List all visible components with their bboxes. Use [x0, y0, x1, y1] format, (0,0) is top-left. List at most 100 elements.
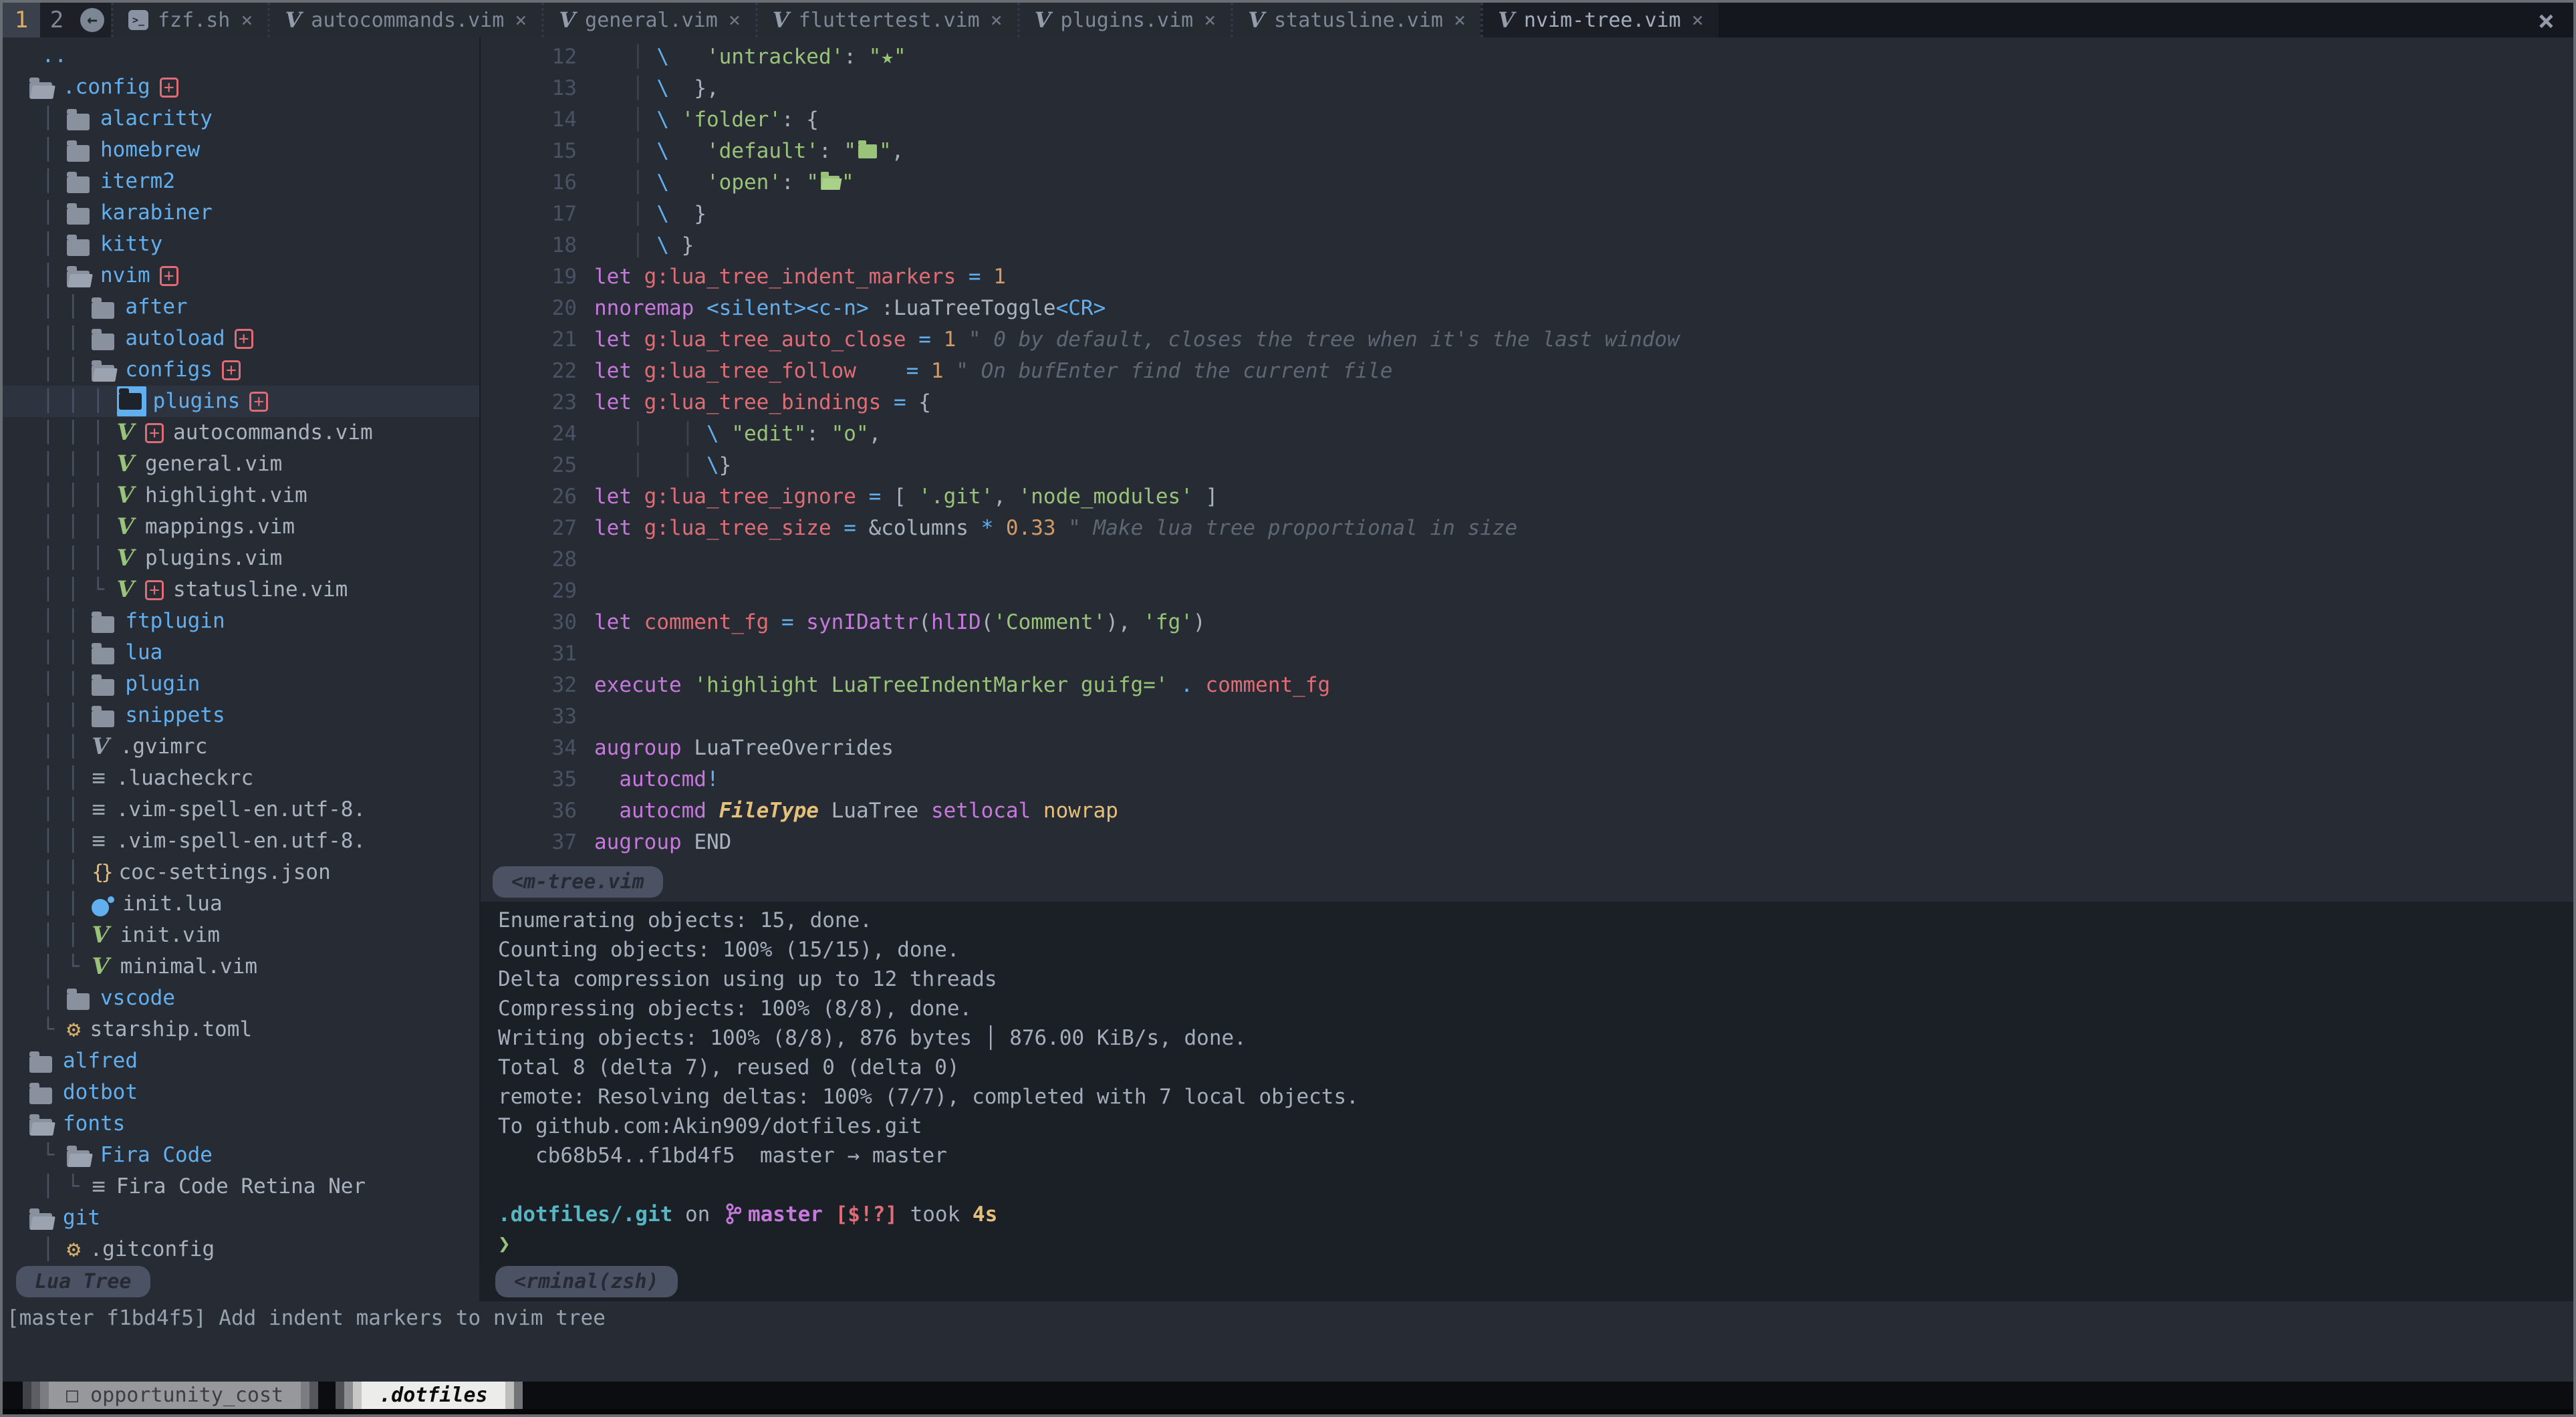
token: " Make lua tree proportional in size [1068, 516, 1517, 540]
tree-row[interactable]: │ │ Vinit.vim [3, 920, 479, 951]
tree-row[interactable]: │ │ ≡.luacheckrc [3, 763, 479, 794]
tree-row[interactable]: │ │ │ Vplugins.vim [3, 543, 479, 574]
tree-row[interactable]: .config+ [3, 72, 479, 103]
tree-row[interactable]: │ │ │ Vmappings.vim [3, 511, 479, 543]
tab-plugins.vim[interactable]: Vplugins.vim× [1017, 3, 1231, 37]
tab-statusline.vim[interactable]: Vstatusline.vim× [1231, 3, 1480, 37]
tab-label: autocommands.vim [311, 9, 504, 32]
tab-autocommands.vim[interactable]: Vautocommands.vim× [267, 3, 541, 37]
code-text: let g:lua_tree_ignore = [ '.git', 'node_… [594, 481, 1218, 513]
code-editor[interactable]: 12 │ \ 'untracked': "★"13 │ \ },14 │ \ '… [481, 37, 2573, 902]
tree-row[interactable]: │ kitty [3, 229, 479, 260]
tree-row[interactable]: │ └ ≡Fira Code Retina Ner [3, 1171, 479, 1202]
tree-row[interactable]: │ │ plugin [3, 668, 479, 700]
tree-row[interactable]: │ │ ≡.vim-spell-en.utf-8. [3, 794, 479, 825]
tab-general.vim[interactable]: Vgeneral.vim× [541, 3, 755, 37]
terminal-split[interactable]: Enumerating objects: 15, done.Counting o… [481, 902, 2573, 1261]
terminal-cursor-line: ❯ [498, 1229, 2573, 1259]
vim-file-icon: V [117, 448, 134, 480]
tree-row[interactable]: │ homebrew [3, 134, 479, 166]
tab-close-icon[interactable]: × [729, 9, 741, 32]
nvim-window: 1 2 ← >_fzf.sh×Vautocommands.vim×Vgenera… [0, 0, 2576, 1417]
tree-row[interactable]: │ │ V.gvimrc [3, 731, 479, 763]
tree-row[interactable]: │ │ │ Vhighlight.vim [3, 480, 479, 511]
tree-row[interactable]: │ │ after [3, 291, 479, 323]
tree-row[interactable]: │ ⚙.gitconfig [3, 1234, 479, 1261]
token: END [694, 830, 731, 854]
tree-row[interactable]: fonts [3, 1108, 479, 1140]
tree-row[interactable]: │ │ │ V+autocommands.vim [3, 417, 479, 448]
tab-close-icon[interactable]: × [1692, 9, 1704, 32]
code-text: nnoremap <silent><c-n> :LuaTreeToggle<CR… [594, 293, 1106, 324]
token: g:lua_tree_size [644, 516, 844, 540]
cmdline-filler [3, 1335, 2573, 1382]
tree-row[interactable]: │ │ configs+ [3, 354, 479, 386]
tmux-window-opportunity_cost[interactable]: □ opportunity_cost [23, 1382, 318, 1409]
tree-row[interactable]: git [3, 1202, 479, 1234]
tree-row[interactable]: dotbot [3, 1077, 479, 1108]
tree-row[interactable]: │ │ lua [3, 637, 479, 668]
tree-row[interactable]: │ │ ≡.vim-spell-en.utf-8. [3, 825, 479, 857]
tab-close-icon[interactable]: × [1454, 9, 1466, 32]
tab-nvim-tree.vim[interactable]: Vnvim-tree.vim× [1480, 3, 1718, 37]
token: 'untracked' [706, 45, 844, 69]
tree-row[interactable]: │ │ init.lua [3, 888, 479, 920]
tree-row[interactable]: └ ⚙starship.toml [3, 1014, 479, 1045]
file-tree-sidebar[interactable]: ...config+ │ alacritty │ homebrew │ iter… [3, 37, 479, 1261]
token [669, 139, 706, 163]
tree-row[interactable]: │ │ snippets [3, 700, 479, 731]
tree-guide: │ [29, 166, 67, 197]
tab-close-icon[interactable]: × [991, 9, 1003, 32]
token: \ [656, 108, 669, 132]
tree-row[interactable]: │ │ └ V+statusline.vim [3, 574, 479, 606]
token: 1 [931, 359, 956, 383]
back-button[interactable]: ← [74, 3, 111, 37]
tabpage-2-button[interactable]: 2 [40, 3, 74, 37]
tab-close-icon[interactable]: × [515, 9, 527, 32]
tree-row[interactable]: │ │ autoload+ [3, 323, 479, 354]
tree-row[interactable]: .. [3, 40, 479, 72]
folder-icon [92, 679, 114, 696]
tmux-window-dotfiles[interactable]: .dotfiles [336, 1382, 523, 1409]
terminal-line: Compressing objects: 100% (8/8), done. [498, 994, 2573, 1023]
tree-row[interactable]: │ alacritty [3, 103, 479, 134]
tree-row[interactable]: │ karabiner [3, 197, 479, 229]
token: \ [656, 202, 669, 226]
tab-close-icon[interactable]: × [1204, 9, 1216, 32]
close-all-icon[interactable]: × [2538, 4, 2555, 37]
tree-guide: │ │ [29, 731, 92, 763]
tree-row[interactable]: │ │ │ Vgeneral.vim [3, 448, 479, 480]
prompt-token: [$!?] [835, 1202, 898, 1227]
prompt-token: 4s [973, 1202, 997, 1227]
tab-fzf.sh[interactable]: >_fzf.sh× [111, 3, 267, 37]
tab-close-icon[interactable]: × [241, 9, 253, 32]
token [669, 170, 706, 195]
tree-item-name: plugins.vim [145, 543, 282, 574]
tree-item-name: .luacheckrc [116, 763, 253, 794]
tree-row[interactable]: │ └ Vminimal.vim [3, 951, 479, 983]
token: }, [669, 76, 719, 100]
tree-row[interactable]: │ │ {}coc-settings.json [3, 857, 479, 888]
tabpage-1-button[interactable]: 1 [3, 3, 40, 37]
token: let [594, 610, 644, 634]
folder-icon [67, 1150, 90, 1167]
tree-item-name: git [63, 1202, 100, 1234]
tree-row[interactable]: │ iterm2 [3, 166, 479, 197]
tab-fluttertest.vim[interactable]: Vfluttertest.vim× [755, 3, 1017, 37]
vim-file-icon: V [117, 417, 134, 448]
code-line: 14 │ \ 'folder': { [481, 104, 2573, 136]
token: <CR> [1056, 296, 1106, 320]
line-number: 19 [481, 261, 594, 293]
code-line: 24 │ │ \ "edit": "o", [481, 418, 2573, 450]
tree-row[interactable]: alfred [3, 1045, 479, 1077]
folder-icon [92, 616, 114, 633]
tree-row[interactable]: │ │ │ plugins+ [3, 386, 479, 417]
tree-row[interactable]: │ nvim+ [3, 260, 479, 291]
line-number: 37 [481, 827, 594, 858]
tree-row[interactable]: │ vscode [3, 983, 479, 1014]
vim-icon: V [1035, 7, 1051, 33]
tree-row[interactable]: │ │ ftplugin [3, 606, 479, 637]
terminal-line: Writing objects: 100% (8/8), 876 bytes │… [498, 1023, 2573, 1053]
tree-row[interactable]: └ Fira Code [3, 1140, 479, 1171]
tree-item-name: dotbot [63, 1077, 138, 1108]
